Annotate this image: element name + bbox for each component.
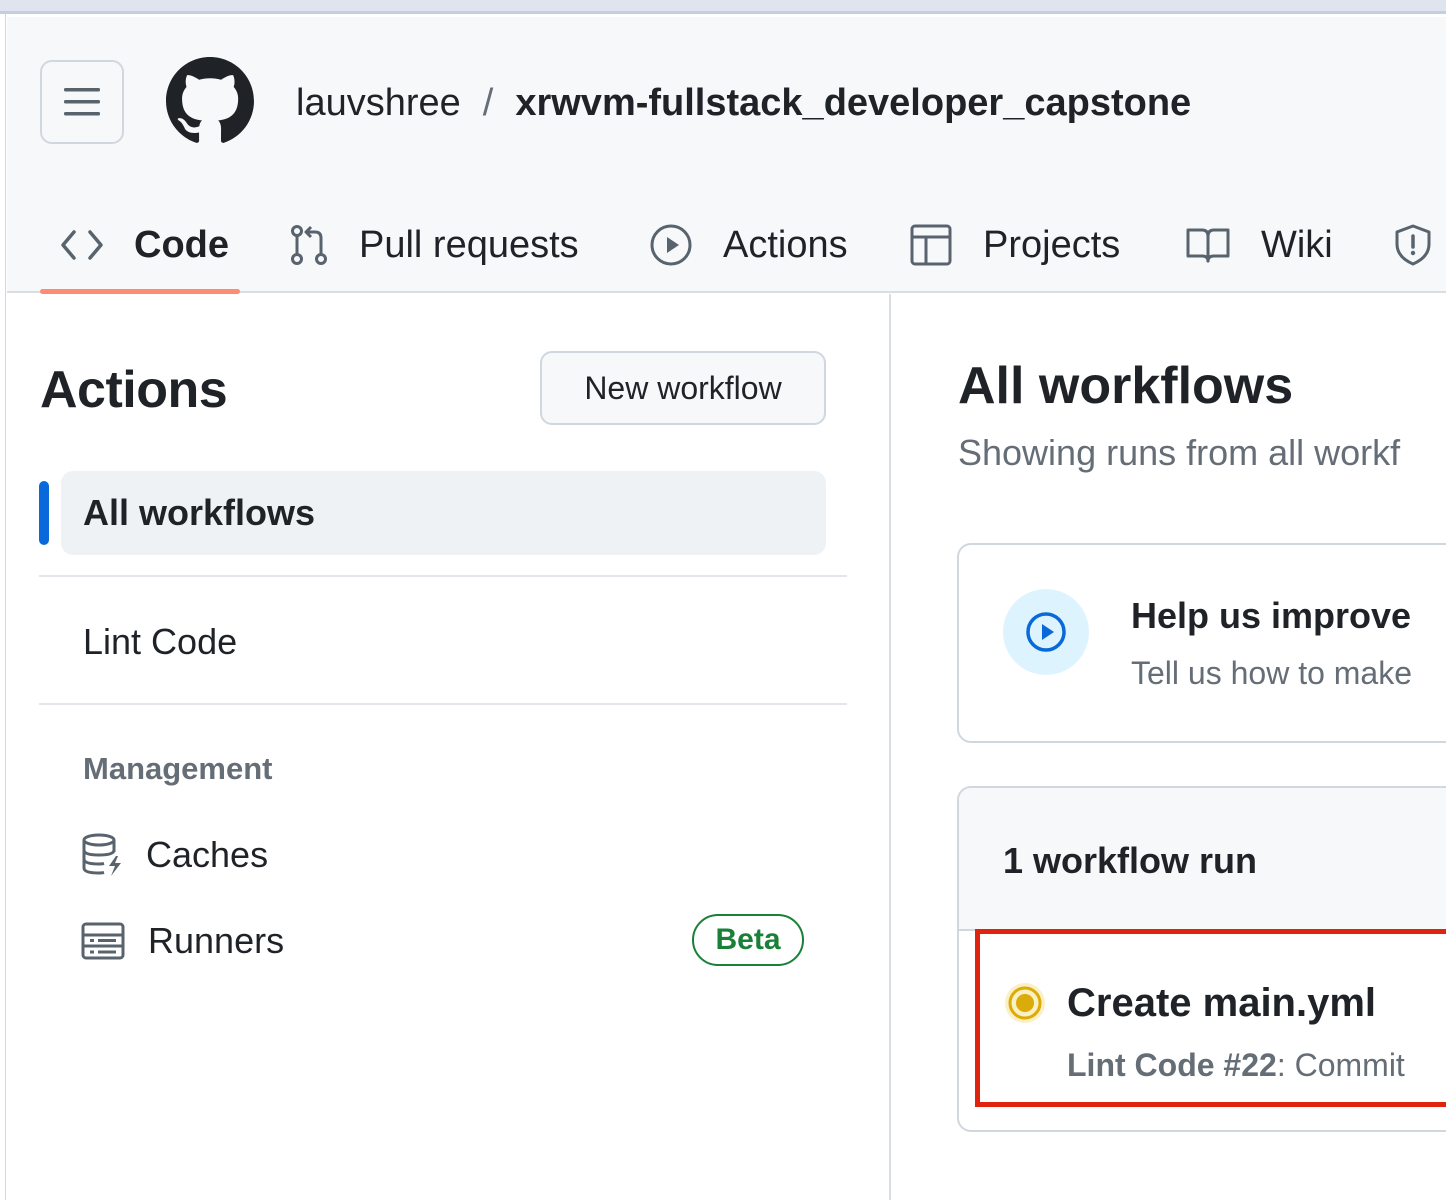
server-icon — [81, 922, 125, 960]
repo-header: lauvshree / xrwvm-fullstack_developer_ca… — [7, 17, 1446, 294]
tab-projects[interactable]: Projects — [909, 197, 1120, 293]
feedback-icon-wrapper — [1003, 589, 1089, 675]
sidebar-item-all-workflows[interactable]: All workflows — [61, 471, 826, 555]
hamburger-menu-button[interactable] — [40, 60, 124, 144]
tab-code[interactable]: Code — [60, 197, 229, 293]
tab-code-label: Code — [134, 223, 229, 266]
book-icon — [1186, 228, 1230, 263]
play-circle-icon — [1026, 612, 1066, 652]
sidebar-main-divider — [889, 294, 891, 1200]
hamburger-icon — [64, 88, 100, 116]
feedback-text: Tell us how to make — [1131, 655, 1413, 691]
github-logo-icon[interactable] — [166, 57, 254, 145]
sidebar-divider — [39, 575, 847, 577]
repo-owner-link[interactable]: lauvshree — [296, 82, 461, 125]
management-section-label: Management — [83, 751, 273, 786]
sidebar-item-label: Caches — [146, 834, 269, 875]
database-icon — [82, 833, 121, 876]
feedback-title: Help us improve — [1131, 595, 1412, 636]
tab-wiki[interactable]: Wiki — [1185, 197, 1333, 293]
table-icon — [910, 224, 952, 266]
new-workflow-button[interactable]: New workflow — [540, 351, 826, 425]
code-icon — [61, 230, 103, 260]
workflow-runs-header: 1 workflow run — [959, 788, 1446, 931]
github-actions-page: lauvshree / xrwvm-fullstack_developer_ca… — [0, 0, 1446, 1200]
tab-wiki-label: Wiki — [1261, 223, 1333, 266]
tab-actions[interactable]: Actions — [649, 197, 848, 293]
repo-nav-tabs: Code Pull requests Actions Projects Wiki — [7, 197, 1446, 294]
tab-security[interactable] — [1393, 197, 1446, 293]
sidebar-item-label: All workflows — [83, 492, 316, 533]
page-subtitle: Showing runs from all workf — [958, 432, 1401, 473]
sidebar-item-label: Runners — [148, 920, 285, 961]
sidebar-item-caches[interactable]: Caches — [80, 831, 268, 879]
window-top-strip — [0, 0, 1446, 14]
tab-pull-requests[interactable]: Pull requests — [289, 197, 579, 293]
tab-projects-label: Projects — [983, 223, 1121, 266]
feedback-banner[interactable]: Help us improve Tell us how to make — [957, 543, 1446, 743]
window-left-edge — [0, 14, 6, 1200]
shield-icon — [1395, 224, 1431, 266]
tab-actions-label: Actions — [723, 223, 848, 266]
annotation-highlight-box — [975, 929, 1446, 1107]
sidebar-item-runners[interactable]: Runners — [80, 917, 284, 965]
sidebar-title: Actions — [40, 361, 228, 419]
breadcrumb-separator: / — [482, 81, 494, 124]
selected-tab-underline — [40, 289, 240, 294]
sidebar-divider — [39, 703, 847, 705]
git-pull-request-icon — [291, 225, 327, 265]
sidebar-item-lint-code[interactable]: Lint Code — [83, 621, 237, 663]
workflow-run-count: 1 workflow run — [1003, 840, 1258, 881]
repo-breadcrumb: lauvshree / xrwvm-fullstack_developer_ca… — [296, 79, 1191, 127]
beta-badge: Beta — [692, 914, 804, 966]
repo-name-link[interactable]: xrwvm-fullstack_developer_capstone — [515, 82, 1191, 125]
active-nav-indicator — [39, 481, 49, 545]
tab-pull-requests-label: Pull requests — [359, 223, 579, 266]
play-icon — [650, 224, 692, 266]
page-title: All workflows — [958, 357, 1294, 415]
